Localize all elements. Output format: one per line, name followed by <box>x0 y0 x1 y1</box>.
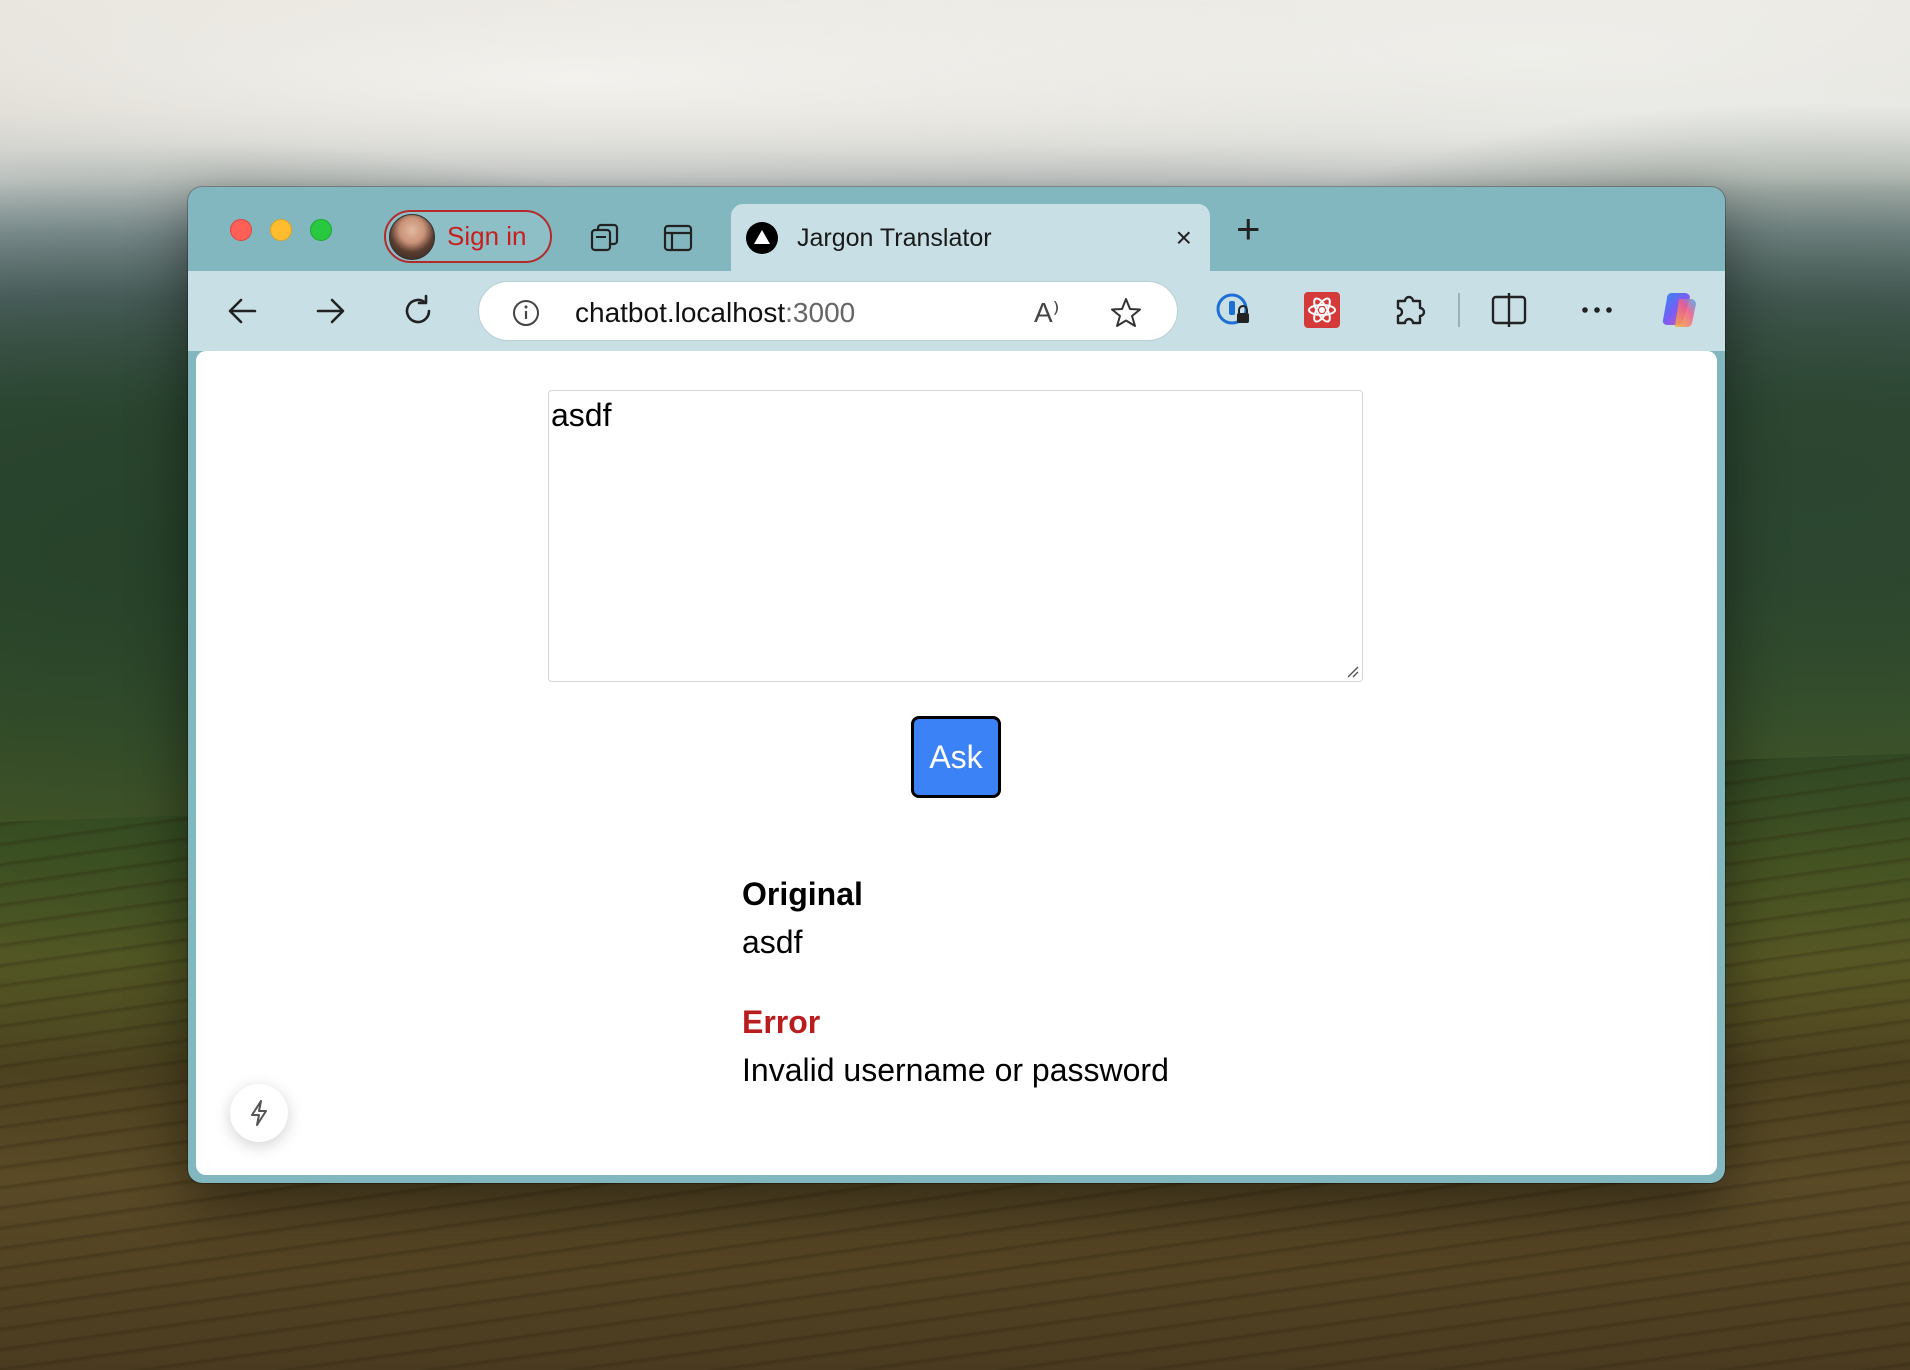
info-icon[interactable] <box>511 298 541 328</box>
url-port: :3000 <box>785 297 856 328</box>
maximize-window-button[interactable] <box>310 219 332 241</box>
read-aloud-icon[interactable]: A⁾ <box>1034 296 1060 329</box>
tab-title: Jargon Translator <box>797 224 992 252</box>
forward-icon[interactable] <box>310 291 350 331</box>
address-bar[interactable]: chatbot.localhost:3000 A⁾ <box>478 281 1178 341</box>
resize-grip-icon[interactable] <box>1345 664 1359 678</box>
url-host: chatbot.localhost <box>575 297 786 328</box>
password-manager-icon[interactable] <box>1213 289 1255 331</box>
tab-close-icon[interactable]: × <box>1176 224 1192 252</box>
copilot-icon[interactable] <box>1657 287 1703 333</box>
bolt-icon <box>251 1100 267 1126</box>
more-icon[interactable] <box>1576 289 1618 331</box>
tab-actions-icon[interactable] <box>661 221 695 255</box>
close-window-button[interactable] <box>230 219 252 241</box>
split-screen-icon[interactable] <box>1488 289 1530 331</box>
ask-button[interactable]: Ask <box>911 716 1001 798</box>
title-bar: Sign in Jargon Translator × + <box>188 187 1725 272</box>
back-icon[interactable] <box>223 291 263 331</box>
favorite-star-icon[interactable] <box>1109 296 1143 330</box>
refresh-icon[interactable] <box>398 291 438 331</box>
error-heading: Error <box>742 1004 821 1040</box>
sign-in-label: Sign in <box>447 221 527 251</box>
original-heading: Original <box>742 876 863 912</box>
prompt-text: asdf <box>551 397 612 433</box>
profile-sign-in-button[interactable]: Sign in <box>384 210 552 263</box>
error-message: Invalid username or password <box>742 1052 1169 1088</box>
workspaces-icon[interactable] <box>588 221 622 255</box>
react-devtools-icon[interactable] <box>1301 289 1343 331</box>
url-text[interactable]: chatbot.localhost:3000 <box>575 297 855 329</box>
prompt-textarea[interactable]: asdf <box>548 390 1363 682</box>
toolbar-divider <box>1458 293 1460 327</box>
app-favicon-icon <box>746 222 778 254</box>
avatar <box>389 213 435 260</box>
original-text: asdf <box>742 924 803 960</box>
browser-window: Sign in Jargon Translator × + chatbot.lo… <box>188 187 1725 1183</box>
extensions-icon[interactable] <box>1388 289 1430 331</box>
toolbar: chatbot.localhost:3000 A⁾ <box>188 271 1725 351</box>
minimize-window-button[interactable] <box>270 219 292 241</box>
page-content: asdf Ask Original asdf Error Invalid use… <box>196 351 1717 1175</box>
dev-tools-button[interactable] <box>230 1084 288 1142</box>
new-tab-button[interactable]: + <box>1236 208 1261 250</box>
tab-jargon-translator[interactable]: Jargon Translator × <box>731 204 1210 272</box>
